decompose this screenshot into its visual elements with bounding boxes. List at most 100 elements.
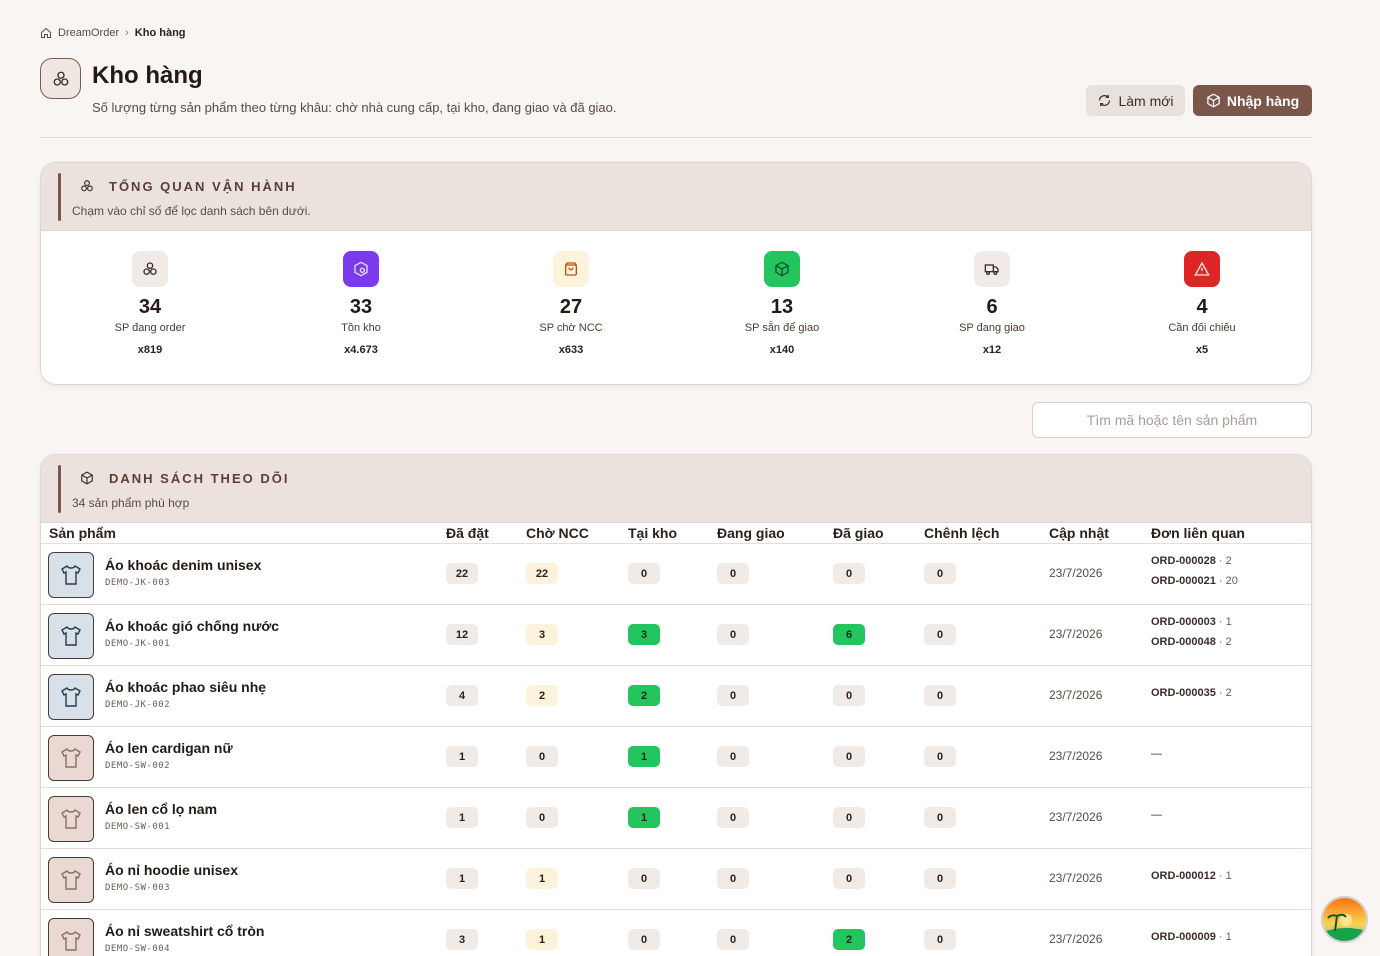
product-name[interactable]: Áo nỉ sweatshirt cổ tròn — [105, 923, 264, 939]
table-row[interactable]: Áo khoác phao siêu nhẹ DEMO-JK-002 4 2 2 0 0 0 2… — [41, 666, 1311, 727]
col-shipping[interactable]: Đang giao — [717, 525, 785, 541]
tracking-list-card: DANH SÁCH THEO DÕI 34 sản phẩm phù hợp S… — [40, 454, 1312, 956]
metric-value: 4 — [1196, 296, 1208, 318]
metric-waiting-supplier[interactable]: 27 SP chờ NCC x633 — [481, 231, 661, 356]
package-icon — [80, 471, 94, 485]
metric-ordering[interactable]: 34 SP đang order x819 — [60, 231, 240, 356]
order-link[interactable]: ORD-000048 · 2 — [1151, 636, 1232, 656]
metric-ready[interactable]: 13 SP sẵn để giao x140 — [692, 231, 872, 356]
metric-qty: x819 — [137, 344, 163, 356]
table-row[interactable]: Áo len cardigan nữ DEMO-SW-002 1 0 1 0 0 0 23/7/… — [41, 727, 1311, 788]
metric-label: SP đang order — [114, 322, 186, 334]
product-name[interactable]: Áo khoác gió chống nước — [105, 618, 279, 634]
import-button[interactable]: Nhập hàng — [1193, 85, 1312, 116]
order-id[interactable]: ORD-000003 — [1151, 616, 1216, 628]
col-ordered[interactable]: Đã đặt — [446, 525, 489, 541]
table-row[interactable]: Áo khoác gió chống nước DEMO-JK-001 12 3 3 0 6… — [41, 605, 1311, 666]
refresh-label: Làm mới — [1118, 92, 1174, 109]
refresh-button[interactable]: Làm mới — [1086, 85, 1185, 116]
product-thumbnail[interactable] — [48, 918, 94, 956]
metric-value: 13 — [770, 296, 794, 318]
waiting-count: 0 — [526, 807, 558, 828]
waiting-count: 0 — [526, 746, 558, 767]
product-thumbnail[interactable] — [48, 613, 94, 659]
related-orders: ORD-000028 · 2 ORD-000021 · 20 — [1151, 555, 1238, 595]
order-qty: · 2 — [1218, 687, 1232, 699]
order-link[interactable]: ORD-000003 · 1 — [1151, 616, 1232, 636]
col-waiting[interactable]: Chờ NCC — [526, 525, 589, 541]
order-id[interactable]: ORD-000035 — [1151, 687, 1216, 699]
stock-count: 0 — [628, 563, 660, 584]
search-input[interactable] — [1032, 402, 1312, 438]
col-delivered[interactable]: Đã giao — [833, 525, 884, 541]
order-id[interactable]: ORD-000012 — [1151, 870, 1216, 882]
table-row[interactable]: Áo nỉ hoodie unisex DEMO-SW-003 1 1 0 0 0 0 23/7… — [41, 849, 1311, 910]
col-product[interactable]: Sản phẩm — [49, 525, 116, 541]
delivered-count: 0 — [833, 746, 865, 767]
list-title: DANH SÁCH THEO DÕI — [109, 471, 290, 486]
no-orders-dash: — — [1151, 809, 1162, 821]
col-orders[interactable]: Đơn liên quan — [1151, 525, 1245, 541]
metric-value: 33 — [349, 296, 373, 318]
product-name[interactable]: Áo khoác phao siêu nhẹ — [105, 679, 266, 695]
metric-qty: x633 — [558, 344, 584, 356]
metric-shipping[interactable]: 6 SP đang giao x12 — [902, 231, 1082, 356]
col-updated[interactable]: Cập nhật — [1049, 525, 1109, 541]
diff-count: 0 — [924, 929, 956, 950]
col-diff[interactable]: Chênh lệch — [924, 525, 999, 541]
related-orders: — — [1151, 809, 1162, 829]
product-thumbnail[interactable] — [48, 735, 94, 781]
updated-date: 23/7/2026 — [1049, 566, 1103, 580]
overview-subtitle: Chạm vào chỉ số để lọc danh sách bên dướ… — [72, 204, 311, 218]
metric-reconcile[interactable]: 4 Cần đối chiếu x5 — [1112, 231, 1292, 356]
related-orders: ORD-000003 · 1 ORD-000048 · 2 — [1151, 616, 1232, 656]
order-id[interactable]: ORD-000048 — [1151, 636, 1216, 648]
delivered-count: 0 — [833, 868, 865, 889]
order-link[interactable]: ORD-000012 · 1 — [1151, 870, 1232, 890]
col-stock[interactable]: Tại kho — [628, 525, 677, 541]
order-id[interactable]: ORD-000028 — [1151, 555, 1216, 567]
metric-qty: x12 — [982, 344, 1002, 356]
product-thumbnail[interactable] — [48, 796, 94, 842]
metric-stock[interactable]: 33 Tồn kho x4.673 — [271, 231, 451, 356]
table-row[interactable]: Áo khoác denim unisex DEMO-JK-003 22 22 0 0 0 0… — [41, 544, 1311, 605]
order-link[interactable]: ORD-000021 · 20 — [1151, 575, 1238, 595]
diff-count: 0 — [924, 624, 956, 645]
avatar[interactable] — [1321, 896, 1368, 943]
order-link[interactable]: ORD-000028 · 2 — [1151, 555, 1238, 575]
ordered-count: 22 — [446, 563, 478, 584]
order-id[interactable]: ORD-000009 — [1151, 931, 1216, 943]
order-id[interactable]: ORD-000021 — [1151, 575, 1216, 587]
home-icon[interactable] — [40, 27, 52, 39]
product-name[interactable]: Áo len cổ lọ nam — [105, 801, 217, 817]
package-icon — [1206, 93, 1221, 108]
breadcrumb-root[interactable]: DreamOrder — [58, 27, 119, 39]
shipping-count: 0 — [717, 624, 749, 645]
ordered-count: 3 — [446, 929, 478, 950]
product-thumbnail[interactable] — [48, 552, 94, 598]
waiting-count: 1 — [526, 929, 558, 950]
order-qty: · 2 — [1218, 555, 1232, 567]
related-orders: ORD-000012 · 1 — [1151, 870, 1232, 890]
metric-label: SP đang giao — [959, 322, 1025, 334]
shirt-icon — [59, 929, 83, 953]
diff-count: 0 — [924, 807, 956, 828]
order-link[interactable]: ORD-000009 · 1 — [1151, 931, 1232, 951]
metric-qty: x5 — [1195, 344, 1209, 356]
product-name[interactable]: Áo khoác denim unisex — [105, 557, 261, 573]
product-thumbnail[interactable] — [48, 674, 94, 720]
delivered-count: 0 — [833, 563, 865, 584]
metric-label: Cần đối chiếu — [1168, 322, 1236, 334]
table-row[interactable]: Áo len cổ lọ nam DEMO-SW-001 1 0 1 0 0 0 23/7/20… — [41, 788, 1311, 849]
product-name[interactable]: Áo nỉ hoodie unisex — [105, 862, 238, 878]
metric-value: 6 — [986, 296, 998, 318]
shipping-count: 0 — [717, 807, 749, 828]
table-row[interactable]: Áo nỉ sweatshirt cổ tròn DEMO-SW-004 3 1 0 0 2… — [41, 910, 1311, 956]
updated-date: 23/7/2026 — [1049, 810, 1103, 824]
list-subtitle: 34 sản phẩm phù hợp — [72, 496, 190, 510]
metric-qty: x140 — [769, 344, 795, 356]
delivered-count: 0 — [833, 685, 865, 706]
product-name[interactable]: Áo len cardigan nữ — [105, 740, 233, 756]
product-thumbnail[interactable] — [48, 857, 94, 903]
order-link[interactable]: ORD-000035 · 2 — [1151, 687, 1232, 707]
